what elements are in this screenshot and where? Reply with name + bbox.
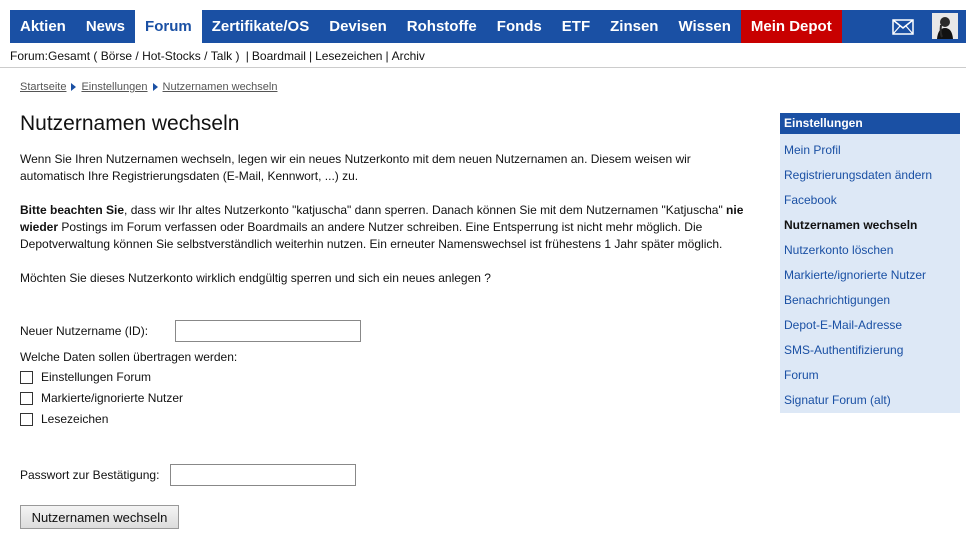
subnav-paren-close: )	[232, 49, 243, 63]
password-row: Passwort zur Bestätigung:	[20, 464, 356, 486]
checkbox-lesezeichen[interactable]	[20, 412, 33, 426]
breadcrumb: Startseite Einstellungen Nutzernamen wec…	[20, 81, 277, 93]
subnav-link-talk[interactable]: Talk	[211, 49, 232, 63]
sidebar-item-facebook[interactable]: Facebook	[780, 188, 960, 213]
breadcrumb-arrow-icon	[71, 83, 77, 91]
nav-item-zinsen[interactable]: Zinsen	[600, 10, 668, 43]
checkbox-einstellungen-forum[interactable]	[20, 370, 33, 384]
subnav-separator: |	[308, 49, 313, 63]
nav-item-etf[interactable]: ETF	[552, 10, 600, 43]
breadcrumb-startseite[interactable]: Startseite	[20, 81, 66, 93]
warning-text: Bitte beachten Sie, dass wir Ihr altes N…	[20, 202, 750, 253]
transfer-label-row: Welche Daten sollen übertragen werden:	[20, 350, 237, 364]
page-title: Nutzernamen wechseln	[20, 112, 240, 135]
new-name-label: Neuer Nutzername (ID):	[20, 324, 149, 338]
question-text: Möchten Sie dieses Nutzerkonto wirklich …	[20, 271, 491, 285]
sidebar-title: Einstellungen	[780, 113, 960, 134]
nav-item-forum[interactable]: Forum	[135, 10, 202, 43]
new-name-row: Neuer Nutzername (ID):	[20, 320, 361, 342]
subnav-prefix: Forum:	[10, 49, 49, 63]
password-label: Passwort zur Bestätigung:	[20, 468, 160, 482]
settings-sidebar: Einstellungen Mein Profil Registrierungs…	[780, 113, 960, 413]
forum-subnav: Forum: Gesamt ( Börse / Hot-Stocks / Tal…	[10, 46, 966, 66]
checkbox-label: Lesezeichen	[41, 412, 109, 426]
subnav-link-archiv[interactable]: Archiv	[392, 49, 425, 63]
subnav-link-boardmail[interactable]: Boardmail	[252, 49, 306, 63]
checkbox-row-lesezeichen[interactable]: Lesezeichen	[20, 412, 108, 426]
nav-item-mein-depot[interactable]: Mein Depot	[740, 10, 842, 43]
nav-item-news[interactable]: News	[76, 10, 135, 43]
sidebar-item-benachrichtigungen[interactable]: Benachrichtigungen	[780, 288, 960, 313]
subnav-paren-open: (	[90, 49, 101, 63]
sidebar-item-sms-auth[interactable]: SMS-Authentifizierung	[780, 338, 960, 363]
checkbox-label: Einstellungen Forum	[41, 370, 152, 384]
password-input[interactable]	[170, 464, 356, 486]
nav-item-aktien[interactable]: Aktien	[10, 10, 76, 43]
sidebar-item-mein-profil[interactable]: Mein Profil	[780, 138, 960, 163]
checkbox-label: Markierte/ignorierte Nutzer	[41, 391, 184, 405]
subnav-link-boerse[interactable]: Börse	[101, 49, 132, 63]
subnav-separator: |	[385, 49, 389, 63]
subnav-link-gesamt[interactable]: Gesamt	[48, 49, 90, 63]
checkbox-row-markierte[interactable]: Markierte/ignorierte Nutzer	[20, 391, 183, 405]
transfer-label: Welche Daten sollen übertragen werden:	[20, 350, 238, 364]
sidebar-item-nutzerkonto-loeschen[interactable]: Nutzerkonto löschen	[780, 238, 960, 263]
subnav-separator: |	[245, 49, 249, 63]
nav-item-devisen[interactable]: Devisen	[319, 10, 397, 43]
checkbox-markierte-nutzer[interactable]	[20, 391, 33, 405]
page-content: Wenn Sie Ihren Nutzernamen wechseln, leg…	[20, 151, 750, 304]
sidebar-item-signatur-forum[interactable]: Signatur Forum (alt)	[780, 388, 960, 413]
nav-item-wissen[interactable]: Wissen	[668, 10, 740, 43]
new-name-input[interactable]	[175, 320, 361, 342]
breadcrumb-arrow-icon	[152, 83, 158, 91]
subnav-slash: /	[200, 49, 211, 63]
breadcrumb-current[interactable]: Nutzernamen wechseln	[163, 81, 278, 93]
sidebar-item-nutzernamen-wechseln[interactable]: Nutzernamen wechseln	[780, 213, 960, 238]
nav-item-fonds[interactable]: Fonds	[487, 10, 552, 43]
user-avatar[interactable]	[932, 13, 958, 39]
change-username-button[interactable]: Nutzernamen wechseln	[20, 505, 179, 529]
warning-text-1: , dass wir Ihr altes Nutzerkonto "katjus…	[124, 203, 727, 217]
mail-envelope-icon[interactable]	[892, 19, 914, 35]
sidebar-item-markierte-nutzer[interactable]: Markierte/ignorierte Nutzer	[780, 263, 960, 288]
warning-text-2: Postings im Forum verfassen oder Boardma…	[20, 220, 723, 251]
warning-bold-1: Bitte beachten Sie	[20, 203, 125, 217]
nav-item-zertifikate[interactable]: Zertifikate/OS	[202, 10, 320, 43]
sidebar-item-depot-email[interactable]: Depot-E-Mail-Adresse	[780, 313, 960, 338]
sidebar-item-registrierungsdaten[interactable]: Registrierungsdaten ändern	[780, 163, 960, 188]
subnav-slash: /	[132, 49, 143, 63]
header-divider	[0, 67, 966, 68]
subnav-link-lesezeichen[interactable]: Lesezeichen	[315, 49, 382, 63]
breadcrumb-einstellungen[interactable]: Einstellungen	[81, 81, 147, 93]
checkbox-row-einstellungen[interactable]: Einstellungen Forum	[20, 370, 151, 384]
nav-item-rohstoffe[interactable]: Rohstoffe	[397, 10, 487, 43]
sidebar-item-forum[interactable]: Forum	[780, 363, 960, 388]
main-navigation: Aktien News Forum Zertifikate/OS Devisen…	[10, 10, 966, 43]
intro-text: Wenn Sie Ihren Nutzernamen wechseln, leg…	[20, 152, 691, 183]
subnav-link-hotstocks[interactable]: Hot-Stocks	[142, 49, 201, 63]
